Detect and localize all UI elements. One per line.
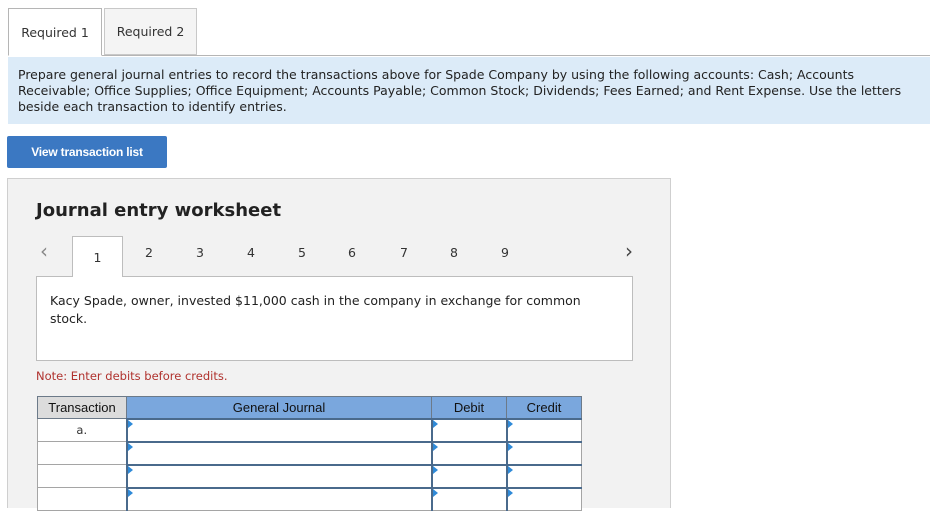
credit-cell[interactable] xyxy=(505,417,582,442)
transaction-cell xyxy=(37,441,127,465)
view-transaction-list-button[interactable]: View transaction list xyxy=(7,136,167,168)
debit-cell[interactable] xyxy=(430,417,507,442)
credit-input[interactable] xyxy=(507,419,581,441)
credit-input[interactable] xyxy=(507,488,581,511)
debit-cell[interactable] xyxy=(430,440,507,465)
debit-input[interactable] xyxy=(432,488,506,511)
chevron-right-icon[interactable]: › xyxy=(625,239,633,263)
page-1[interactable]: 1 xyxy=(72,236,123,277)
transaction-description: Kacy Spade, owner, invested $11,000 cash… xyxy=(36,276,633,361)
transaction-cell: a. xyxy=(37,418,127,442)
transaction-cell xyxy=(37,487,127,511)
tab-bar: Required 1 Required 2 xyxy=(8,8,930,56)
account-input[interactable] xyxy=(127,442,431,464)
worksheet-title: Journal entry worksheet xyxy=(36,200,282,221)
column-header-general-journal: General Journal xyxy=(126,396,432,419)
column-header-debit: Debit xyxy=(431,396,507,419)
tab-required-1[interactable]: Required 1 xyxy=(8,8,102,56)
credit-cell[interactable] xyxy=(505,463,582,488)
page-6[interactable]: 6 xyxy=(342,245,362,260)
chevron-left-icon[interactable]: ‹ xyxy=(40,239,48,263)
account-cell[interactable] xyxy=(125,417,432,442)
debit-input[interactable] xyxy=(432,442,506,464)
debit-input[interactable] xyxy=(432,465,506,487)
table-row xyxy=(37,486,582,511)
page-5[interactable]: 5 xyxy=(292,245,312,260)
page-4[interactable]: 4 xyxy=(241,245,261,260)
column-header-credit: Credit xyxy=(506,396,582,419)
debit-input[interactable] xyxy=(432,419,506,441)
page-2[interactable]: 2 xyxy=(139,245,159,260)
credit-cell[interactable] xyxy=(505,486,582,511)
column-header-transaction: Transaction xyxy=(37,396,127,419)
table-row xyxy=(37,440,582,465)
debit-credit-note: Note: Enter debits before credits. xyxy=(36,369,228,383)
page-9[interactable]: 9 xyxy=(495,245,515,260)
page-8[interactable]: 8 xyxy=(444,245,464,260)
instructions-text: Prepare general journal entries to recor… xyxy=(8,57,930,124)
page-7[interactable]: 7 xyxy=(394,245,414,260)
table-row xyxy=(37,463,582,488)
table-row: a. xyxy=(37,417,582,442)
account-input[interactable] xyxy=(127,488,431,511)
journal-entry-worksheet: Journal entry worksheet ‹ 1 2 3 4 5 6 7 … xyxy=(7,178,671,511)
transaction-cell xyxy=(37,464,127,488)
account-cell[interactable] xyxy=(125,463,432,488)
account-cell[interactable] xyxy=(125,440,432,465)
page-3[interactable]: 3 xyxy=(190,245,210,260)
credit-cell[interactable] xyxy=(505,440,582,465)
account-input[interactable] xyxy=(127,419,431,441)
account-input[interactable] xyxy=(127,465,431,487)
debit-cell[interactable] xyxy=(430,463,507,488)
tab-divider xyxy=(8,55,930,56)
account-cell[interactable] xyxy=(125,486,432,511)
debit-cell[interactable] xyxy=(430,486,507,511)
general-journal-table: Transaction General Journal Debit Credit… xyxy=(37,396,582,511)
tab-required-2[interactable]: Required 2 xyxy=(104,8,197,55)
credit-input[interactable] xyxy=(507,465,581,487)
credit-input[interactable] xyxy=(507,442,581,464)
